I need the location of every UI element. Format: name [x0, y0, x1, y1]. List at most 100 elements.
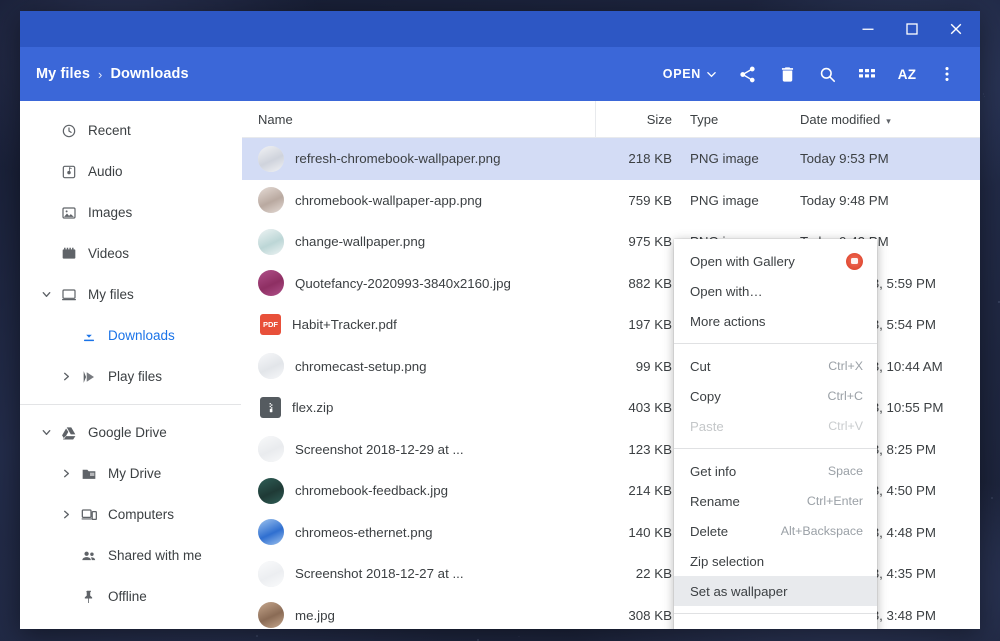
file-name-cell: chromecast-setup.png: [242, 353, 596, 380]
sidebar-item-label: Google Drive: [88, 425, 167, 440]
table-row[interactable]: chromebook-wallpaper-app.png 759 KB PNG im…: [242, 180, 980, 222]
chevron-down-icon: [707, 70, 716, 79]
pin-icon: [76, 589, 102, 605]
column-header-type[interactable]: Type: [682, 112, 790, 127]
open-button-label: OPEN: [662, 67, 701, 81]
thumbnail-image: [258, 270, 284, 297]
menu-item-more-actions[interactable]: More actions: [674, 306, 877, 336]
menu-item-get-info[interactable]: Get info Space: [674, 456, 877, 486]
menu-item-open-with-gallery[interactable]: Open with Gallery: [674, 246, 877, 276]
chevron-right-icon[interactable]: [56, 371, 76, 382]
zip-file-icon: [260, 397, 281, 419]
sidebar-item-google-drive[interactable]: Google Drive: [20, 412, 241, 453]
file-name-label: me.jpg: [295, 607, 335, 623]
sidebar-item-computers[interactable]: Computers: [20, 494, 241, 535]
sidebar-item-audio[interactable]: Audio: [20, 151, 241, 192]
computer-icon: [76, 507, 102, 523]
chevron-down-icon[interactable]: [36, 427, 56, 438]
menu-item-set-as-wallpaper[interactable]: Set as wallpaper: [674, 576, 877, 606]
file-list-panel: Name Size Type Date modified ▾ refresh-ch…: [242, 100, 980, 629]
file-name-cell: Screenshot 2018-12-29 at ...: [242, 436, 596, 463]
file-name-label: flex.zip: [292, 400, 334, 416]
maximize-icon[interactable]: [890, 11, 934, 47]
menu-item-shortcut: Ctrl+V: [828, 419, 863, 433]
file-size-cell: 197 KB: [628, 317, 672, 333]
sidebar-item-play-files[interactable]: Play files: [20, 356, 241, 397]
column-header-date[interactable]: Date modified ▾: [790, 112, 980, 127]
thumbnail-image: [258, 228, 284, 255]
menu-item-new-folder[interactable]: New folderCtrl+E: [674, 621, 877, 630]
file-thumbnail: [258, 228, 284, 255]
sidebar-item-label: My Drive: [108, 466, 162, 481]
breadcrumb-root[interactable]: My files: [36, 66, 90, 82]
table-row[interactable]: refresh-chromebook-wallpaper.png 218 KB PN…: [242, 138, 980, 180]
sidebar-item-label: Images: [88, 205, 133, 220]
play-icon: [76, 369, 102, 385]
video-icon: [56, 246, 82, 262]
menu-item-cut[interactable]: Cut Ctrl+X: [674, 351, 877, 381]
minimize-icon[interactable]: [846, 11, 890, 47]
context-menu: Open with Gallery Open with… More actions C…: [674, 239, 877, 629]
sidebar-item-shared-with-me[interactable]: Shared with me: [20, 535, 241, 576]
menu-item-delete[interactable]: Delete Alt+Backspace: [674, 516, 877, 546]
sidebar-item-label: Audio: [88, 164, 123, 179]
file-size-cell: 218 KB: [628, 151, 672, 167]
share-icon[interactable]: [728, 55, 766, 93]
sidebar-item-videos[interactable]: Videos: [20, 233, 241, 274]
file-name-cell: chromebook-feedback.jpg: [242, 477, 596, 504]
sidebar-item-downloads[interactable]: Downloads: [20, 315, 241, 356]
file-size-cell: 975 KB: [628, 234, 672, 250]
search-icon[interactable]: [808, 55, 846, 93]
grid-view-icon[interactable]: [848, 55, 886, 93]
people-icon: [76, 548, 102, 564]
menu-item-shortcut: Alt+Backspace: [780, 524, 863, 538]
thumbnail-image: [258, 519, 284, 546]
menu-item-rename[interactable]: Rename Ctrl+Enter: [674, 486, 877, 516]
file-size-cell: 123 KB: [628, 441, 672, 457]
file-name-label: chromebook-wallpaper-app.png: [295, 192, 483, 208]
wallpaper-speck: [256, 635, 259, 638]
chevron-right-icon[interactable]: [56, 468, 76, 479]
trash-icon[interactable]: [768, 55, 806, 93]
more-vert-icon[interactable]: [928, 55, 966, 93]
menu-item-zip-selection[interactable]: Zip selection: [674, 546, 877, 576]
wallpaper-speck: [518, 635, 520, 638]
breadcrumb: My files › Downloads: [36, 66, 189, 82]
file-thumbnail: [258, 145, 284, 172]
file-name-label: change-wallpaper.png: [295, 234, 426, 250]
thumbnail-image: [258, 560, 284, 587]
menu-item-label: Copy: [690, 388, 721, 404]
menu-item-open-with[interactable]: Open with…: [674, 276, 877, 306]
file-name-cell: chromebook-wallpaper-app.png: [242, 187, 596, 214]
file-size-cell: 140 KB: [628, 524, 672, 540]
sidebar-item-my-drive[interactable]: My Drive: [20, 453, 241, 494]
folder-icon: [76, 466, 102, 482]
thumbnail-image: [258, 477, 284, 504]
menu-item-paste: Paste Ctrl+V: [674, 411, 877, 441]
breadcrumb-current[interactable]: Downloads: [110, 66, 188, 82]
wallpaper-speck: [983, 95, 985, 98]
sidebar-item-recent[interactable]: Recent: [20, 110, 241, 151]
sidebar-item-images[interactable]: Images: [20, 192, 241, 233]
file-name-cell: chromeos-ethernet.png: [242, 519, 596, 546]
close-icon[interactable]: [934, 11, 978, 47]
file-name-cell: change-wallpaper.png: [242, 228, 596, 255]
audio-icon: [56, 164, 82, 180]
menu-item-copy[interactable]: Copy Ctrl+C: [674, 381, 877, 411]
file-thumbnail: [258, 436, 284, 463]
column-header-name[interactable]: Name: [242, 100, 596, 138]
chevron-right-icon[interactable]: [56, 509, 76, 520]
chevron-down-icon[interactable]: [36, 289, 56, 300]
column-header-size[interactable]: Size: [596, 112, 682, 127]
wallpaper-speck: [982, 93, 984, 95]
open-button[interactable]: OPEN: [651, 55, 726, 93]
menu-separator: [674, 343, 877, 344]
sort-az-icon[interactable]: AZ: [888, 55, 926, 93]
wallpaper-speck: [477, 638, 480, 641]
sidebar-item-offline[interactable]: Offline: [20, 576, 241, 617]
thumbnail-image: [258, 602, 284, 629]
breadcrumb-separator-icon: ›: [98, 66, 103, 82]
sidebar-item-my-files[interactable]: My files: [20, 274, 241, 315]
sidebar-item-label: Videos: [88, 246, 130, 261]
file-date-cell: Today 9:53 PM: [800, 151, 889, 167]
